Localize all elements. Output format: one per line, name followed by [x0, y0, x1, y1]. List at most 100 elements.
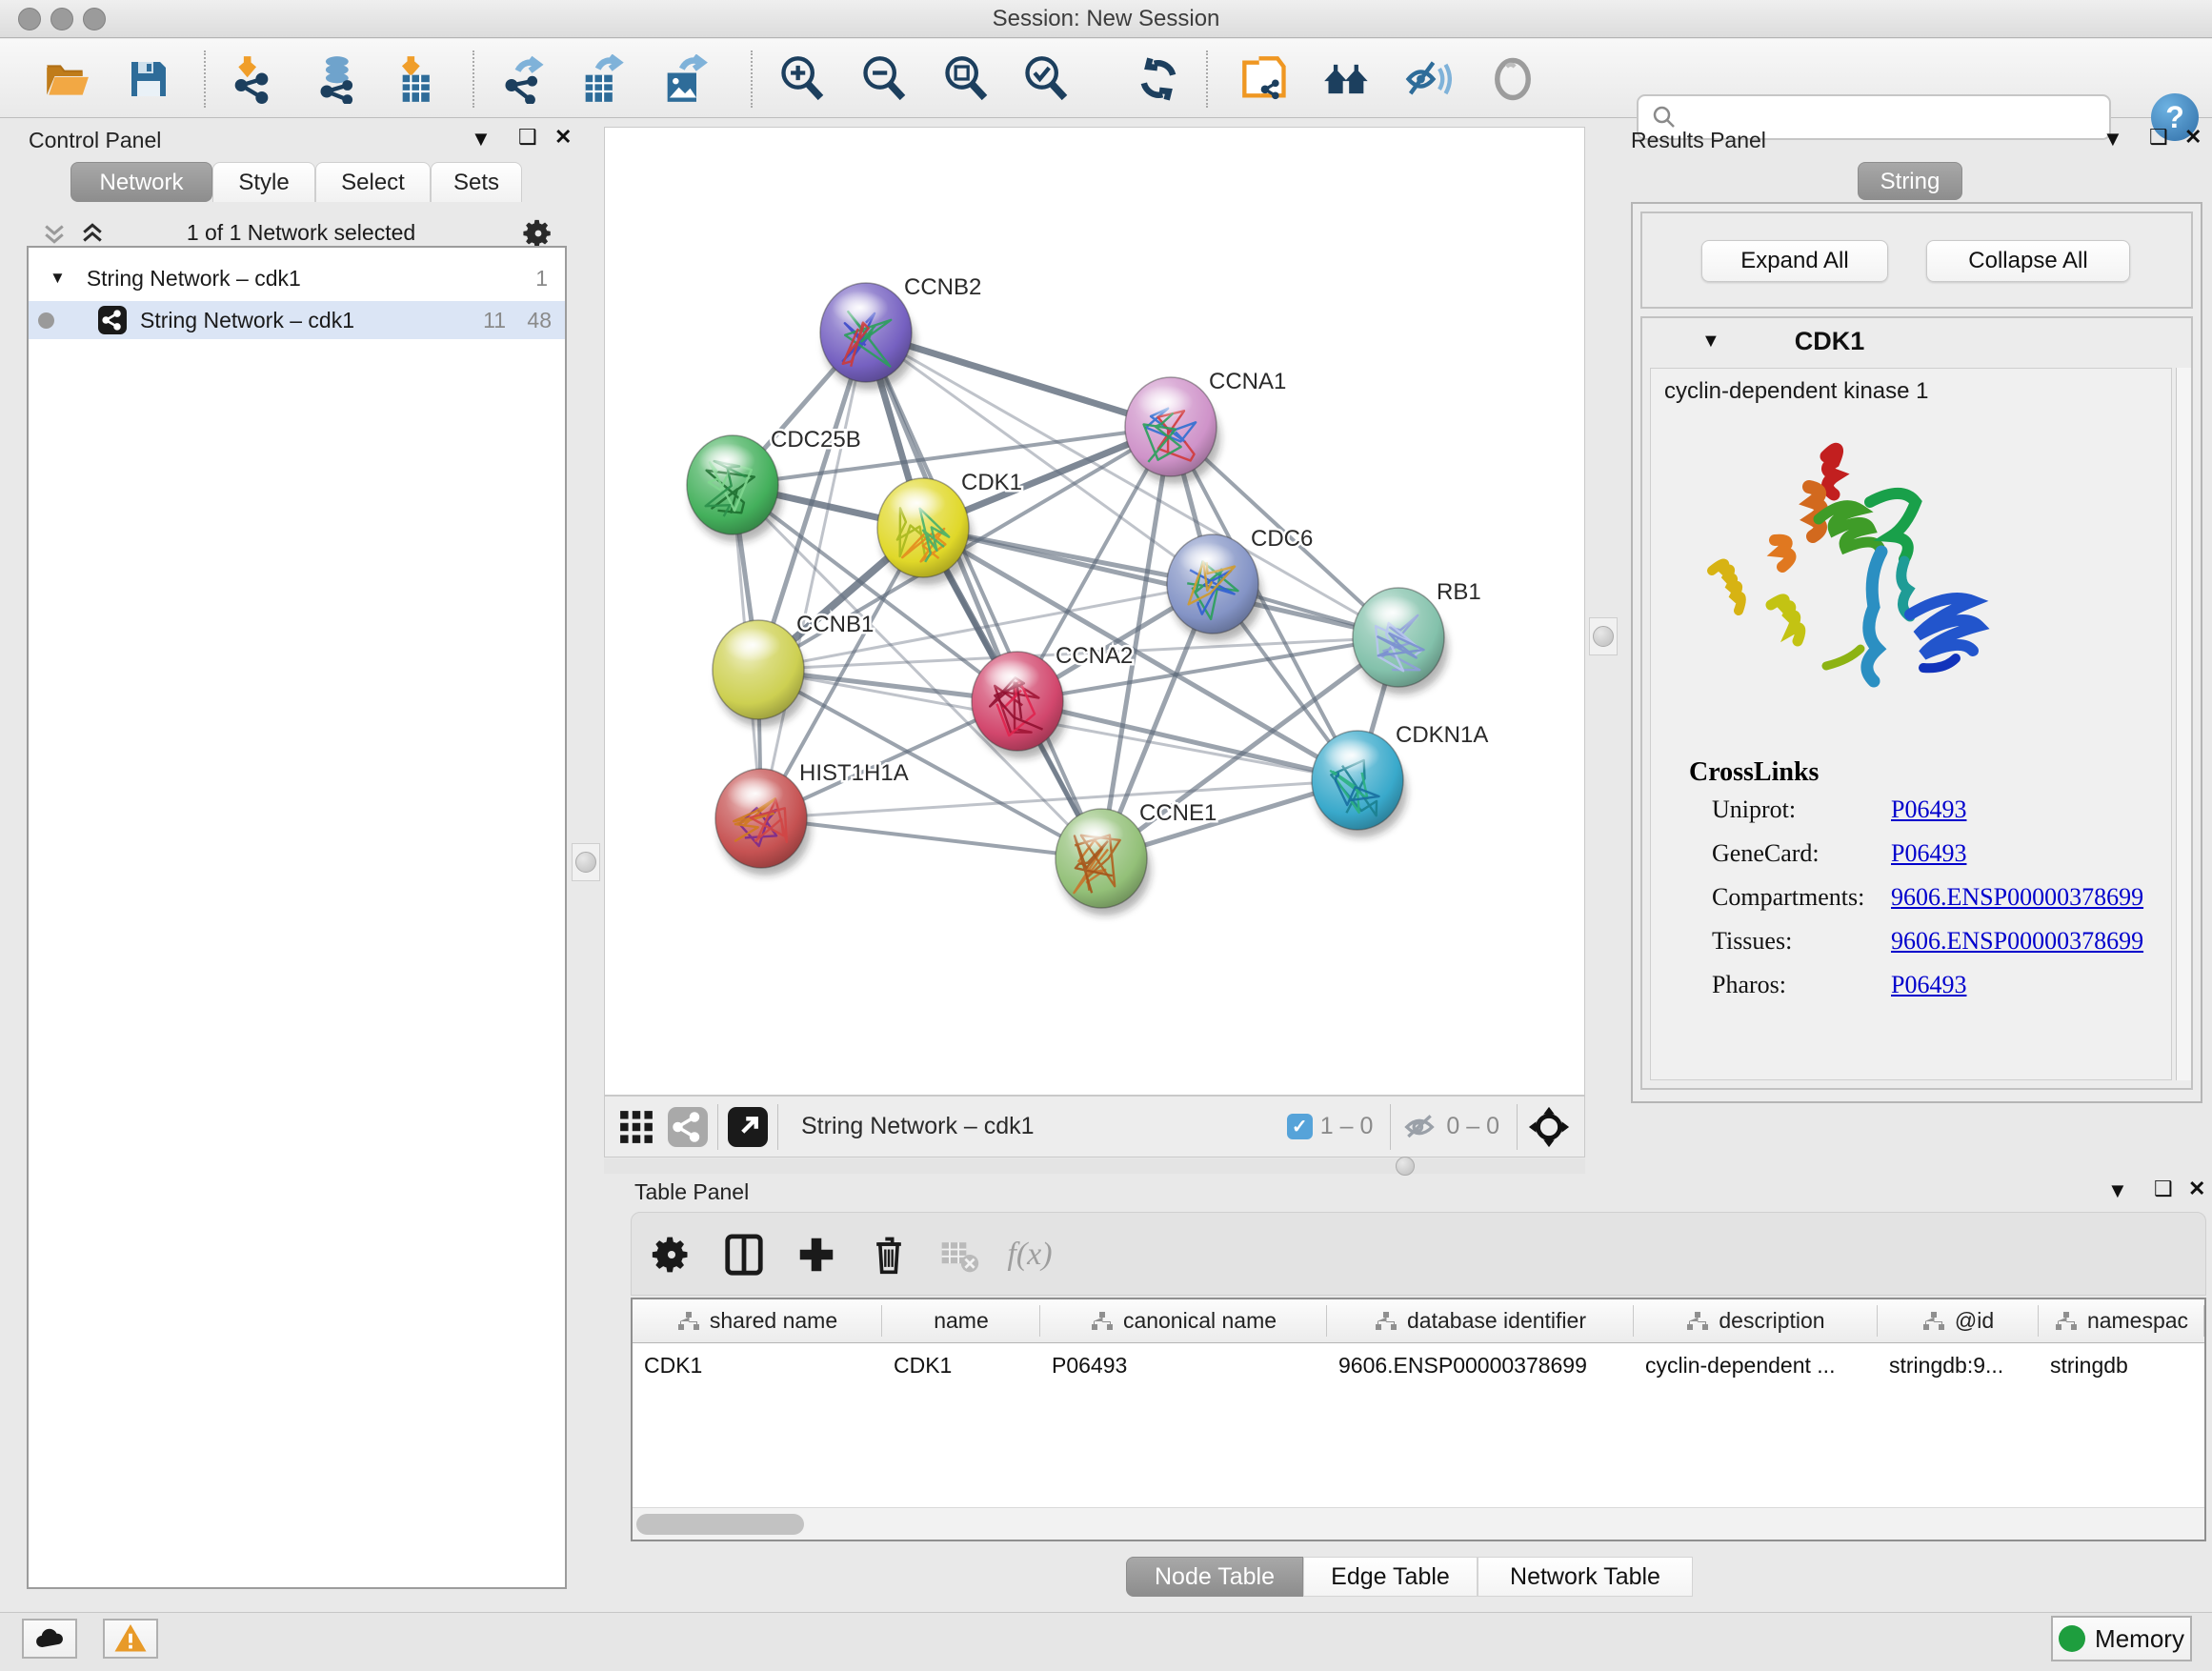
cell-name[interactable]: CDK1: [882, 1343, 1040, 1387]
open-session-icon[interactable]: [42, 54, 91, 104]
expand-all-button[interactable]: Expand All: [1701, 240, 1888, 282]
refresh-icon[interactable]: [1134, 54, 1183, 104]
tree-row-collection[interactable]: ▼ String Network – cdk1 1: [29, 259, 565, 297]
column-header-shared-name[interactable]: shared name: [633, 1299, 882, 1343]
crosslink-label-tissues: Tissues:: [1712, 927, 1792, 956]
node-label-CDKN1A: CDKN1A: [1396, 722, 1488, 748]
network-share-icon[interactable]: [668, 1107, 708, 1147]
control-panel-collapse-icon[interactable]: ▼: [471, 127, 492, 151]
table-panel-float-icon[interactable]: ❑: [2154, 1177, 2173, 1201]
node-CDC6[interactable]: CDC6: [1167, 526, 1313, 641]
selected-nodes-checkbox[interactable]: ✓: [1287, 1114, 1313, 1139]
zoom-in-icon[interactable]: [777, 54, 827, 104]
zoom-out-icon[interactable]: [859, 54, 909, 104]
crosslink-link-uniprot[interactable]: P06493: [1891, 795, 1966, 824]
zoom-fit-icon[interactable]: [941, 54, 991, 104]
cell-namespac[interactable]: stringdb: [2039, 1343, 2204, 1387]
import-table-icon[interactable]: [394, 54, 444, 104]
string-home-icon[interactable]: [1322, 54, 1372, 104]
node-CCNA2[interactable]: CCNA2: [972, 643, 1133, 758]
import-network-database-icon[interactable]: [314, 54, 364, 104]
crosslink-link-genecard[interactable]: P06493: [1891, 839, 1966, 868]
results-panel-close-icon[interactable]: ✕: [2184, 125, 2202, 150]
delete-column-icon[interactable]: [864, 1230, 914, 1279]
column-header-description[interactable]: description: [1634, 1299, 1878, 1343]
create-column-icon[interactable]: [792, 1230, 841, 1279]
node-HIST1H1A[interactable]: HIST1H1A: [715, 760, 909, 876]
cell--id[interactable]: stringdb:9...: [1878, 1343, 2039, 1387]
tree-row-network[interactable]: String Network – cdk1 11 48: [29, 301, 565, 339]
tab-select[interactable]: Select: [315, 162, 431, 202]
table-panel-close-icon[interactable]: ✕: [2188, 1177, 2205, 1201]
hidden-eye-icon[interactable]: [1400, 1108, 1438, 1146]
export-image-icon[interactable]: [659, 54, 709, 104]
tab-node-table[interactable]: Node Table: [1126, 1557, 1303, 1597]
column-header-name[interactable]: name: [882, 1299, 1040, 1343]
table-panel-collapse-icon[interactable]: ▼: [2107, 1178, 2128, 1203]
node-label-CCNA2: CCNA2: [1056, 643, 1133, 669]
import-network-file-icon[interactable]: [227, 54, 276, 104]
edge-CDKN1A-HIST1H1A[interactable]: [761, 780, 1357, 818]
birdseye-view-icon[interactable]: [728, 1107, 768, 1147]
node-RB1[interactable]: RB1: [1353, 579, 1481, 695]
memory-button[interactable]: Memory: [2051, 1616, 2192, 1661]
tab-sets[interactable]: Sets: [431, 162, 522, 202]
grid-view-icon[interactable]: [618, 1109, 654, 1145]
tab-network[interactable]: Network: [70, 162, 212, 202]
node-CCNB1[interactable]: CCNB1: [713, 612, 874, 727]
export-table-icon[interactable]: [577, 54, 627, 104]
cloud-status-button[interactable]: [22, 1619, 77, 1659]
crosshair-icon[interactable]: [1527, 1105, 1571, 1149]
node-CCNA1[interactable]: CCNA1: [1125, 369, 1286, 484]
export-network-icon[interactable]: [499, 54, 549, 104]
cdk1-details: cyclin-dependent kinase 1: [1650, 368, 2172, 1080]
tree-expander-icon[interactable]: ▼: [50, 269, 66, 288]
node-CCNE1[interactable]: CCNE1: [1056, 800, 1217, 916]
save-session-icon[interactable]: [124, 54, 173, 104]
zoom-selected-icon[interactable]: [1021, 54, 1071, 104]
cell-canonical-name[interactable]: P06493: [1040, 1343, 1327, 1387]
tab-string[interactable]: String: [1858, 162, 1962, 200]
left-splitter-handle[interactable]: [572, 843, 600, 881]
tab-style[interactable]: Style: [212, 162, 315, 202]
cdk1-section-header[interactable]: ▼ CDK1: [1642, 318, 2191, 364]
tab-edge-table[interactable]: Edge Table: [1303, 1557, 1478, 1597]
network-options-gear-icon[interactable]: [522, 217, 554, 250]
compare-networks-icon[interactable]: [1240, 54, 1290, 104]
node-CDKN1A[interactable]: CDKN1A: [1312, 722, 1488, 837]
results-scrollbar[interactable]: [2176, 368, 2191, 1080]
network-graph[interactable]: CCNB2CCNA1CDC25BCDK1CDC6RB1CCNB1CCNA2CDK…: [605, 128, 1584, 1095]
warning-status-button[interactable]: [103, 1619, 158, 1659]
cell-description[interactable]: cyclin-dependent ...: [1634, 1343, 1878, 1387]
node-table[interactable]: shared nameCDK1nameCDK1canonical nameP06…: [631, 1298, 2206, 1541]
right-splitter-handle[interactable]: [1589, 617, 1618, 655]
crosslink-link-pharos[interactable]: P06493: [1891, 971, 1966, 999]
horizontal-splitter[interactable]: [604, 1158, 1585, 1174]
table-horizontal-scrollbar[interactable]: [633, 1507, 2204, 1540]
control-panel-close-icon[interactable]: ✕: [554, 125, 572, 150]
scrollbar-thumb[interactable]: [636, 1514, 804, 1535]
search-input[interactable]: [1686, 104, 2109, 131]
network-label: String Network – cdk1: [140, 308, 354, 333]
crosslink-link-compartments[interactable]: 9606.ENSP00000378699: [1891, 883, 2143, 912]
results-panel-float-icon[interactable]: ❑: [2149, 125, 2168, 150]
collapse-all-button[interactable]: Collapse All: [1926, 240, 2130, 282]
crosslink-link-tissues[interactable]: 9606.ENSP00000378699: [1891, 927, 2143, 956]
cell-shared-name[interactable]: CDK1: [633, 1343, 882, 1387]
horizontal-splitter-handle[interactable]: [1396, 1157, 1415, 1176]
cell-database-identifier[interactable]: 9606.ENSP00000378699: [1327, 1343, 1634, 1387]
network-canvas[interactable]: CCNB2CCNA1CDC25BCDK1CDC6RB1CCNB1CCNA2CDK…: [604, 127, 1585, 1096]
edge-CCNE1-HIST1H1A[interactable]: [761, 818, 1101, 858]
column-header--id[interactable]: @id: [1878, 1299, 2039, 1343]
section-collapse-icon[interactable]: ▼: [1701, 331, 1720, 352]
results-panel-collapse-icon[interactable]: ▼: [2102, 127, 2123, 151]
control-panel-float-icon[interactable]: ❑: [518, 125, 537, 150]
hide-unhide-icon[interactable]: [1402, 54, 1452, 104]
show-columns-icon[interactable]: [719, 1230, 769, 1279]
column-header-database-identifier[interactable]: database identifier: [1327, 1299, 1634, 1343]
node-CCNB2[interactable]: CCNB2: [820, 274, 981, 390]
column-header-namespac[interactable]: namespac: [2039, 1299, 2204, 1343]
tab-network-table[interactable]: Network Table: [1478, 1557, 1693, 1597]
table-options-gear-icon[interactable]: [647, 1230, 696, 1279]
column-header-canonical-name[interactable]: canonical name: [1040, 1299, 1327, 1343]
